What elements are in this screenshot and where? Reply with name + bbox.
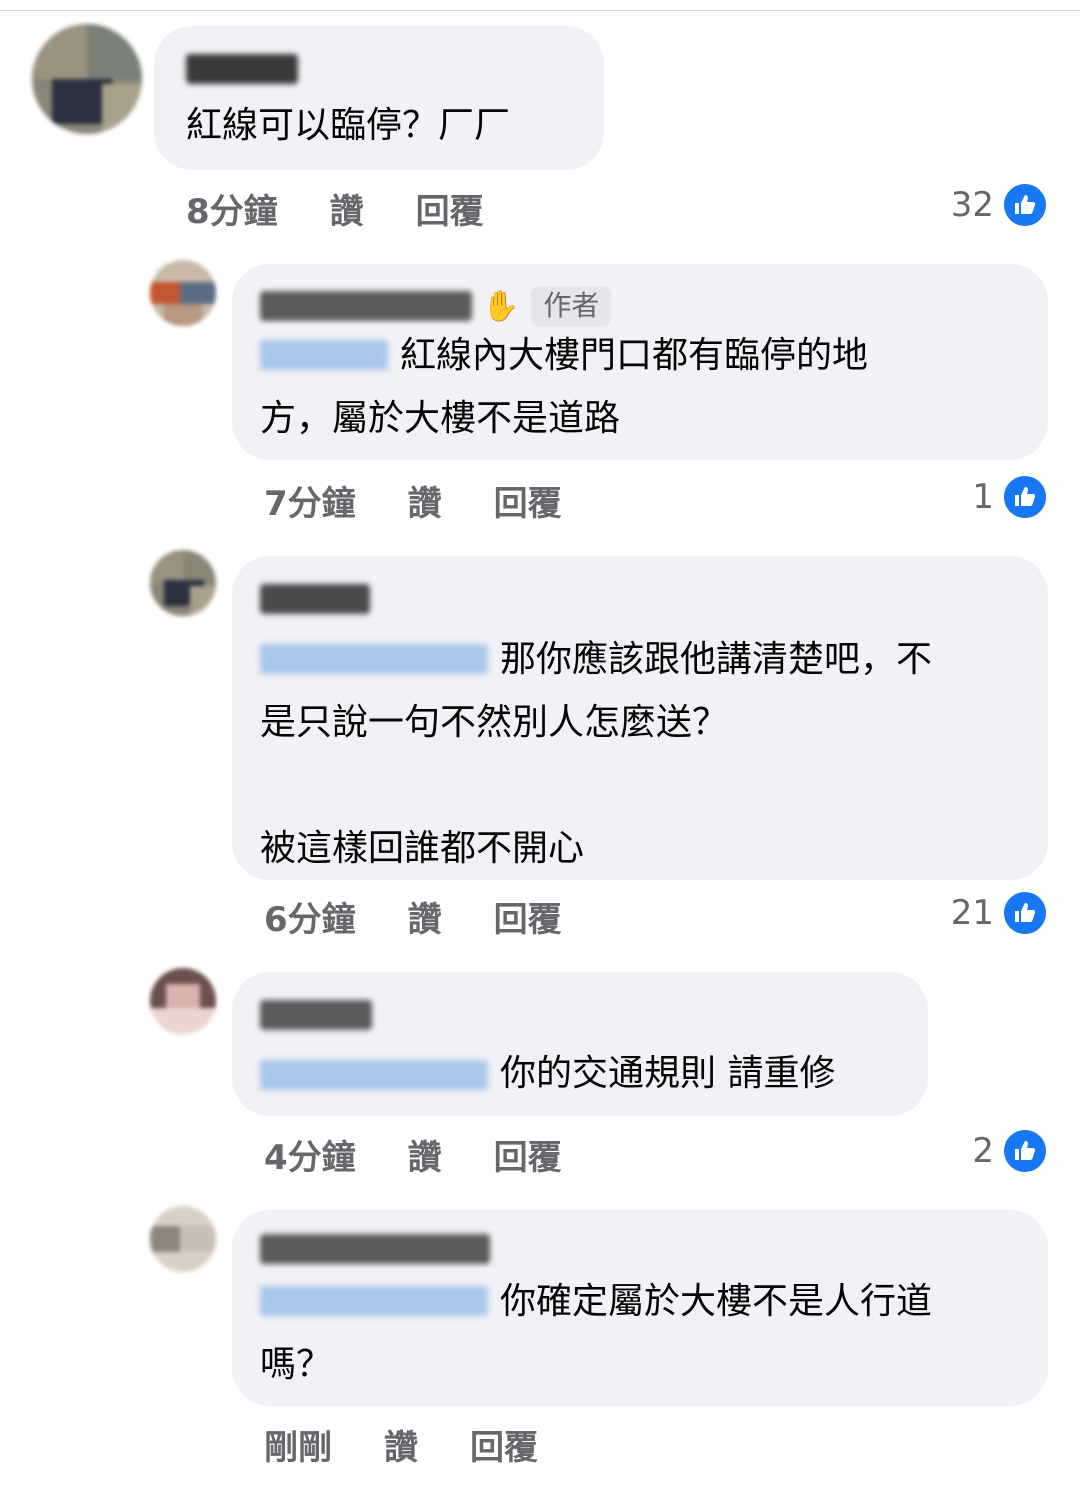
comment-actions: 4分鐘 讚 回覆 xyxy=(264,1130,562,1179)
comment-text: 你確定屬於大樓不是人行道 嗎？ xyxy=(260,1281,933,1385)
reaction-count[interactable]: 32 xyxy=(951,182,1048,228)
author-name[interactable] xyxy=(260,1234,490,1264)
comment-bubble: 那你應該跟他講清楚吧，不 是只說一句不然別人怎麼送？ 被這樣回誰都不開心 xyxy=(232,556,1048,880)
like-count: 1 xyxy=(972,477,994,517)
comment-bubble: 紅線可以臨停？厂厂 xyxy=(154,26,604,170)
like-count: 32 xyxy=(950,185,994,225)
author-badge: 作者 xyxy=(531,286,612,326)
avatar[interactable] xyxy=(150,550,216,616)
like-button[interactable]: 讚 xyxy=(408,1130,442,1179)
like-count: 21 xyxy=(950,893,994,933)
reply-button[interactable]: 回覆 xyxy=(494,476,562,525)
reaction-count[interactable]: 1 xyxy=(972,474,1048,520)
wave-icon: ✋ xyxy=(482,288,520,324)
thumbs-up-icon xyxy=(1002,890,1048,936)
avatar[interactable] xyxy=(32,24,142,134)
timestamp[interactable]: 6分鐘 xyxy=(264,892,356,941)
timestamp[interactable]: 4分鐘 xyxy=(264,1130,356,1179)
comment-actions: 剛剛 讚 回覆 xyxy=(264,1420,538,1469)
thumbs-up-icon xyxy=(1002,182,1048,228)
comment-bubble: 你確定屬於大樓不是人行道 嗎？ xyxy=(232,1210,1048,1406)
like-button[interactable]: 讚 xyxy=(408,892,442,941)
like-count: 2 xyxy=(972,1131,994,1171)
top-divider xyxy=(0,0,1080,11)
comment-actions: 6分鐘 讚 回覆 xyxy=(264,892,562,941)
timestamp[interactable]: 8分鐘 xyxy=(186,184,278,233)
reply-button[interactable]: 回覆 xyxy=(494,892,562,941)
like-button[interactable]: 讚 xyxy=(408,476,442,525)
avatar[interactable] xyxy=(150,1206,216,1272)
mention-tag[interactable] xyxy=(260,1060,488,1090)
comment-actions: 7分鐘 讚 回覆 xyxy=(264,476,562,525)
comment-text: 那你應該跟他講清楚吧，不 是只說一句不然別人怎麼送？ 被這樣回誰都不開心 xyxy=(260,639,933,869)
reply-button[interactable]: 回覆 xyxy=(470,1420,538,1469)
thumbs-up-icon xyxy=(1002,1128,1048,1174)
comment-actions: 8分鐘 讚 回覆 xyxy=(186,184,484,233)
comment-bubble: 你的交通規則 請重修 xyxy=(232,972,928,1116)
like-button[interactable]: 讚 xyxy=(384,1420,418,1469)
comment-bubble: ✋ 作者 紅線內大樓門口都有臨停的地 方，屬於大樓不是道路 xyxy=(232,264,1048,460)
timestamp[interactable]: 剛剛 xyxy=(264,1420,332,1469)
avatar[interactable] xyxy=(150,968,216,1034)
reaction-count[interactable]: 2 xyxy=(972,1128,1048,1174)
author-name[interactable] xyxy=(260,1000,372,1030)
comment-text: 紅線內大樓門口都有臨停的地 方，屬於大樓不是道路 xyxy=(260,335,869,439)
author-name[interactable] xyxy=(260,291,472,321)
reply-button[interactable]: 回覆 xyxy=(416,184,484,233)
author-name[interactable] xyxy=(260,584,370,614)
author-name[interactable] xyxy=(186,54,298,84)
comment-text: 紅線可以臨停？厂厂 xyxy=(186,105,511,146)
like-button[interactable]: 讚 xyxy=(330,184,364,233)
thumbs-up-icon xyxy=(1002,474,1048,520)
timestamp[interactable]: 7分鐘 xyxy=(264,476,356,525)
avatar[interactable] xyxy=(150,260,216,326)
reply-button[interactable]: 回覆 xyxy=(494,1130,562,1179)
reaction-count[interactable]: 21 xyxy=(951,890,1048,936)
comment-text: 你的交通規則 請重修 xyxy=(500,1053,836,1094)
